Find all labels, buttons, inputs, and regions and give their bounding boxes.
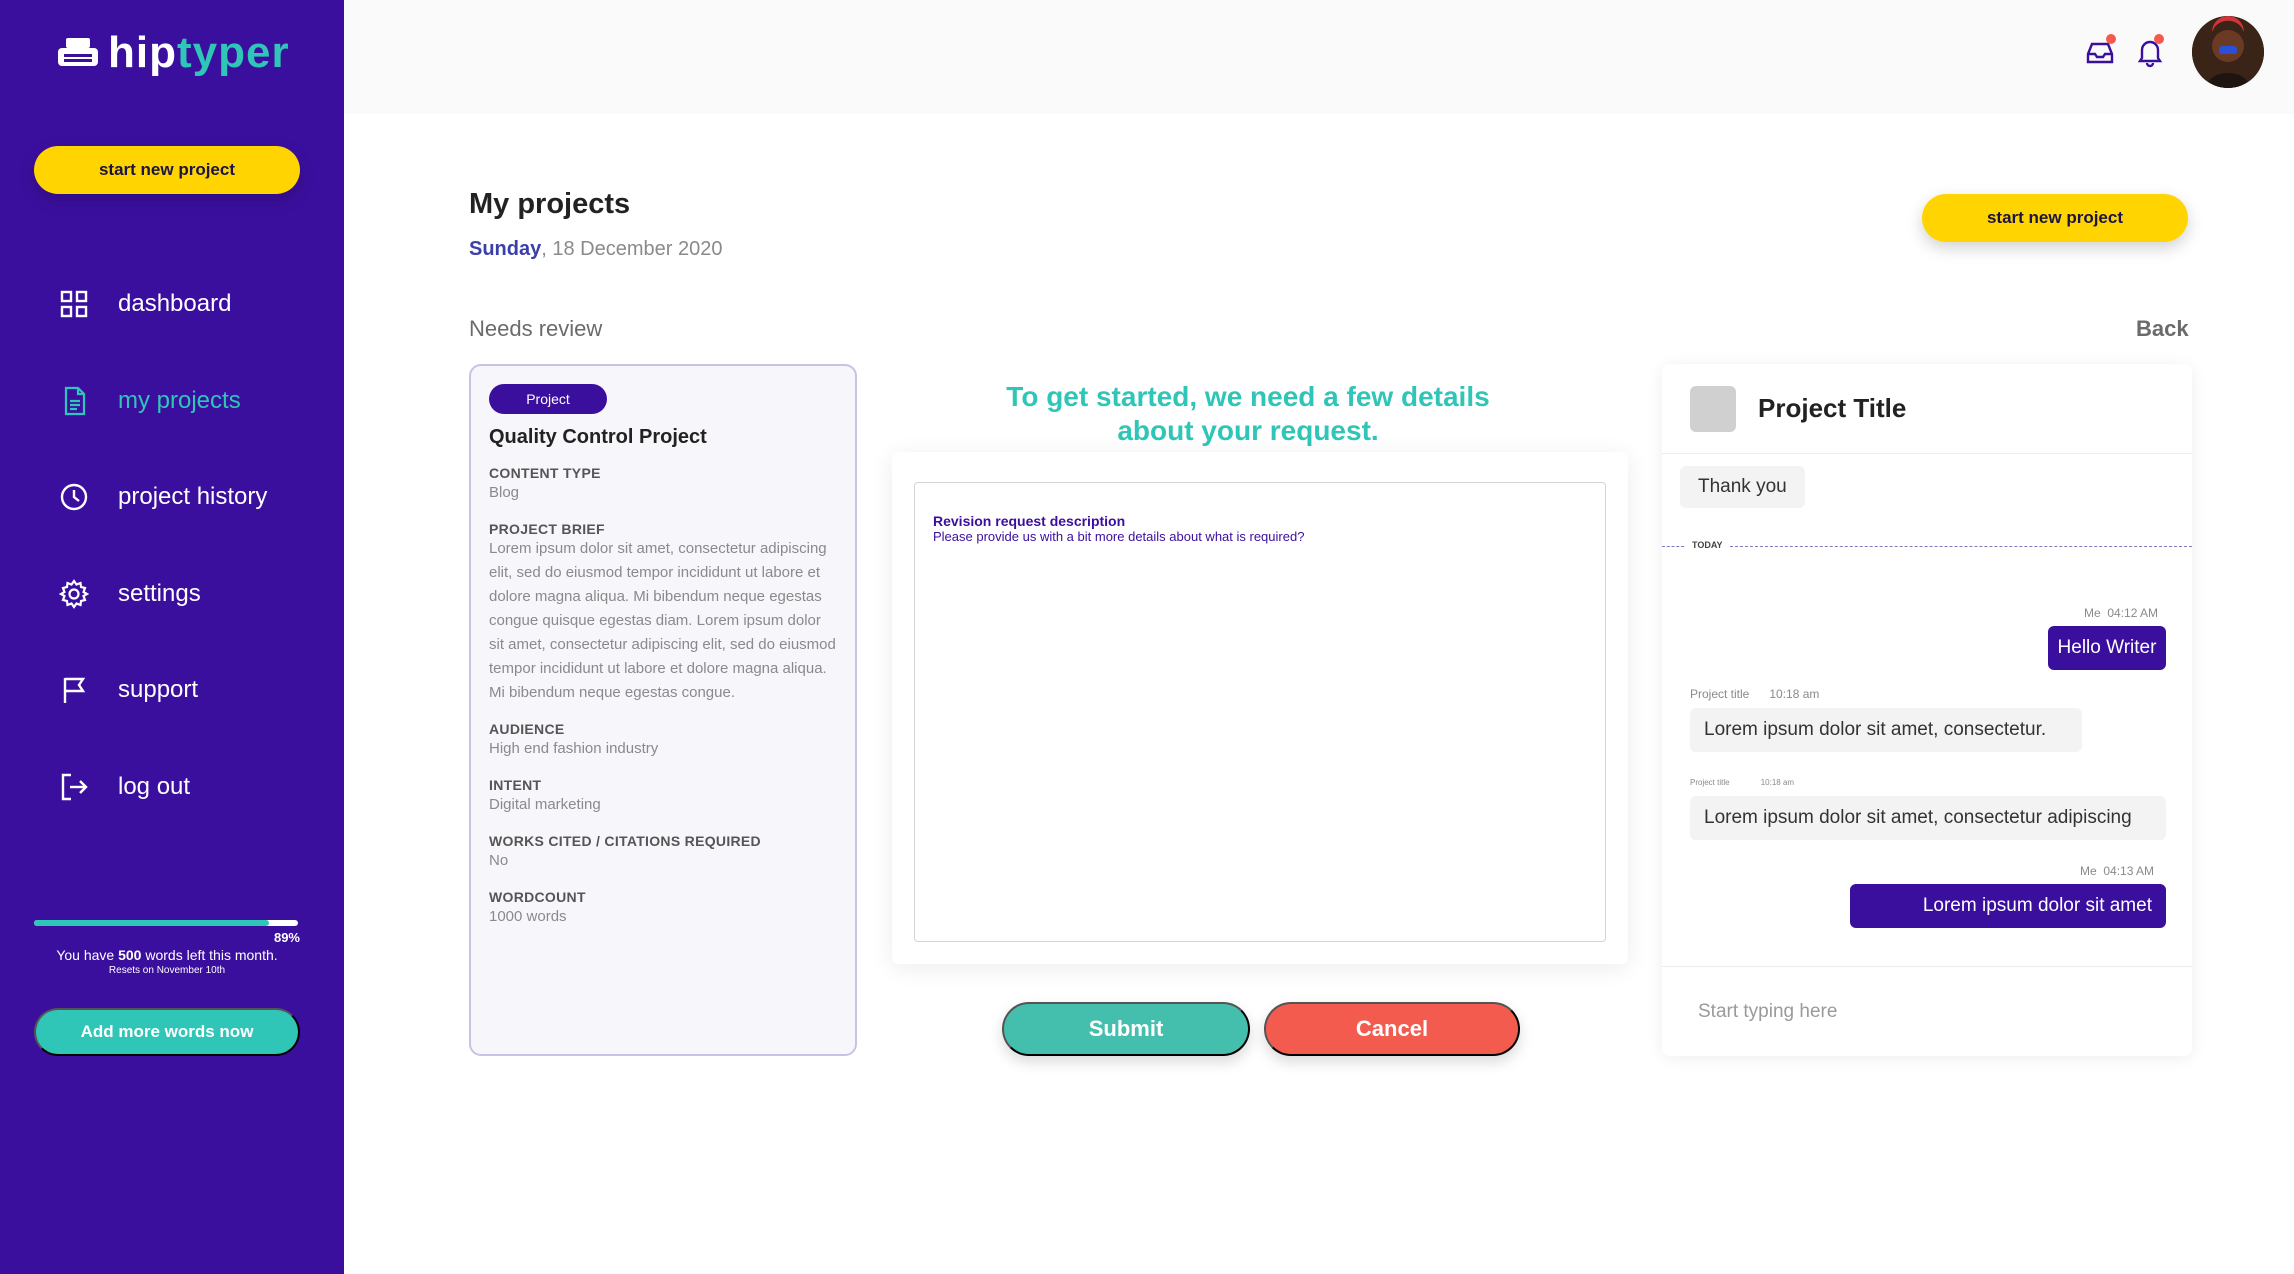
inbox-badge <box>2106 34 2116 44</box>
field-label: WORKS CITED / CITATIONS REQUIRED <box>489 833 761 849</box>
sidebar-item-label: settings <box>118 579 201 607</box>
sidebar-item-label: support <box>118 676 199 703</box>
inbox-icon[interactable] <box>2084 34 2116 68</box>
sidebar-item-label: log out <box>118 772 191 800</box>
chat-title: Project Title <box>1758 393 1907 423</box>
project-tag: Project <box>489 384 607 414</box>
field-value: High end fashion industry <box>489 740 659 757</box>
field-label: CONTENT TYPE <box>489 465 601 481</box>
sidebar-item-label: project history <box>118 483 268 510</box>
word-usage-reset: Resets on November 10th <box>108 965 226 976</box>
revision-description-input[interactable]: Revision request description Please prov… <box>914 482 1606 942</box>
brand-wordmark: hiptyper <box>108 28 290 77</box>
field-label: AUDIENCE <box>489 721 565 737</box>
form-heading: To get started, we need a few details ab… <box>1006 381 1490 446</box>
date-divider: TODAY <box>1662 540 2192 552</box>
project-thumbnail <box>1690 385 1736 432</box>
sidebar-item-label: my projects <box>118 386 241 414</box>
project-title: Quality Control Project <box>489 426 707 448</box>
chat-message-input[interactable]: Start typing here <box>1662 966 2192 1056</box>
sidebar-item-settings[interactable]: settings <box>58 570 267 618</box>
notification-badge <box>2154 34 2164 44</box>
sidebar-item-log-out[interactable]: log out <box>58 763 267 811</box>
bell-icon[interactable] <box>2134 34 2166 68</box>
sidebar-nav: dashboard my projects project history se… <box>58 280 267 859</box>
sidebar-item-dashboard[interactable]: dashboard <box>58 280 267 328</box>
user-avatar[interactable] <box>2192 16 2264 88</box>
sidebar: hiptyper start new project dashboard my … <box>0 0 344 1274</box>
logout-icon <box>58 771 90 803</box>
cancel-button[interactable]: Cancel <box>1264 1002 1520 1056</box>
chat-message: Thank you <box>1680 466 1805 508</box>
word-usage: 89% You have 500 words left this month. … <box>34 920 300 976</box>
revision-description-hint: Please provide us with a bit more detail… <box>933 529 1305 544</box>
word-usage-percent: 89% <box>273 930 300 945</box>
message-meta: Project title 10:18 am <box>1690 687 1820 701</box>
chat-header: Project Title <box>1662 364 2192 454</box>
clock-icon <box>58 481 90 513</box>
field-value: No <box>489 852 509 869</box>
sidebar-new-project-button[interactable]: start new project <box>34 146 300 194</box>
date-divider-label: TODAY <box>1692 540 1723 550</box>
word-usage-bar <box>34 920 298 926</box>
revision-form: Revision request description Please prov… <box>892 452 1628 964</box>
word-usage-fill <box>34 920 269 926</box>
revision-description-label: Revision request description <box>933 513 1126 529</box>
field-label: INTENT <box>489 777 542 793</box>
field-value: Digital marketing <box>489 796 601 813</box>
chat-message: Lorem ipsum dolor sit amet, consectetur. <box>1690 708 2082 752</box>
message-meta: Me 04:13 AM <box>2080 864 2155 878</box>
document-icon <box>58 385 90 417</box>
field-value: 1000 words <box>489 908 567 925</box>
add-words-button[interactable]: Add more words now <box>34 1008 300 1056</box>
top-bar <box>344 0 2294 114</box>
new-project-button[interactable]: start new project <box>1922 194 2188 242</box>
flag-icon <box>58 674 90 706</box>
grid-icon <box>58 288 90 320</box>
current-date: Sunday, 18 December 2020 <box>469 238 723 260</box>
field-value: Blog <box>489 484 520 501</box>
back-link[interactable]: Back <box>2136 316 2189 342</box>
section-label: Needs review <box>469 316 603 341</box>
message-meta: Me 04:12 AM <box>2084 606 2159 620</box>
brand-logo[interactable]: hiptyper <box>56 28 290 78</box>
field-value: Lorem ipsum dolor sit amet, consectetur … <box>489 540 836 701</box>
page-title: My projects <box>469 188 631 220</box>
sidebar-item-label: dashboard <box>118 290 232 317</box>
gear-icon <box>58 578 90 610</box>
project-details-card: Project Quality Control Project CONTENT … <box>469 364 857 1056</box>
typewriter-icon <box>56 36 100 70</box>
sidebar-item-project-history[interactable]: project history <box>58 473 267 521</box>
chat-message-sent: Hello Writer <box>2048 626 2166 670</box>
field-label: WORDCOUNT <box>489 889 586 905</box>
word-usage-text: You have 500 words left this month. <box>56 947 278 963</box>
chat-panel: Project Title Thank you TODAY Me 04:12 A… <box>1662 364 2192 1056</box>
message-meta: Project title 10:18 am <box>1690 778 1795 787</box>
submit-button[interactable]: Submit <box>1002 1002 1250 1056</box>
sidebar-item-support[interactable]: support <box>58 666 267 714</box>
sidebar-item-my-projects[interactable]: my projects <box>58 377 267 425</box>
chat-message-sent: Lorem ipsum dolor sit amet <box>1850 884 2166 928</box>
chat-message: Lorem ipsum dolor sit amet, consectetur … <box>1690 796 2166 840</box>
field-label: PROJECT BRIEF <box>489 521 605 537</box>
